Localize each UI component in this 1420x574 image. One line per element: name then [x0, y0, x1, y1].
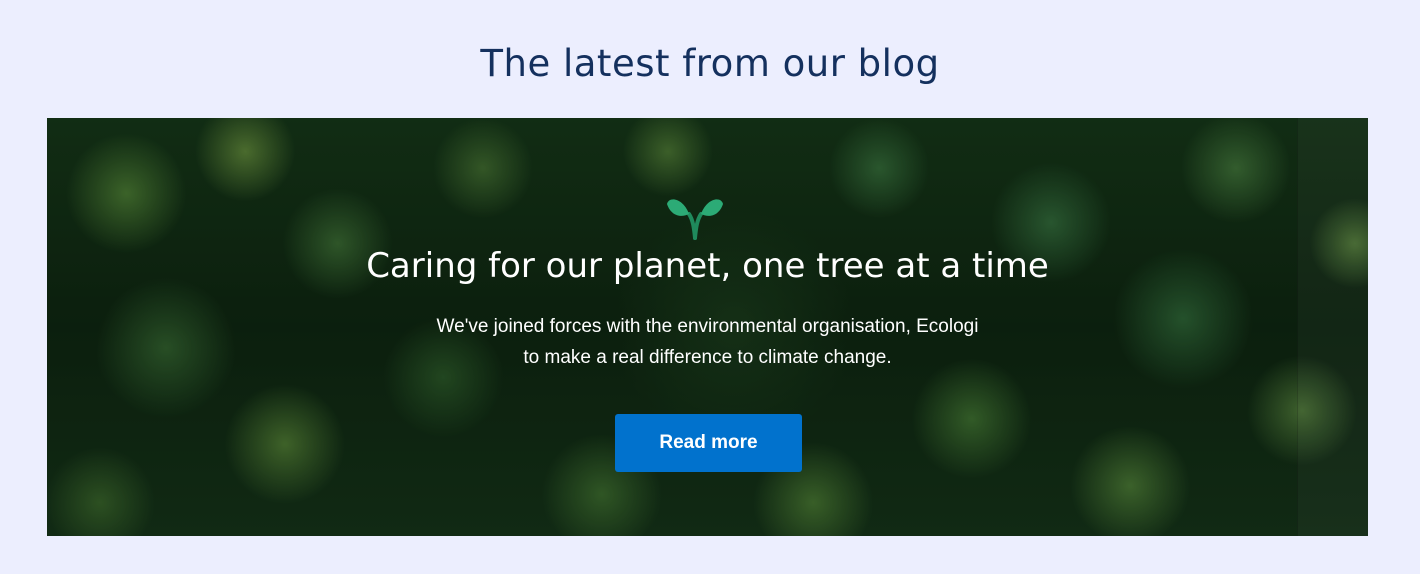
hero-description-line-1: We've joined forces with the environment… [436, 316, 979, 337]
section-title: The latest from our blog [480, 42, 940, 85]
sprout-icon [667, 199, 723, 240]
read-more-button[interactable]: Read more [615, 414, 802, 472]
blog-hero-card: Caring for our planet, one tree at a tim… [47, 118, 1368, 536]
hero-description-line-2: to make a real difference to climate cha… [523, 347, 892, 368]
hero-description: We've joined forces with the environment… [377, 311, 1038, 373]
blog-section: The latest from our blog Caring for our … [0, 0, 1420, 574]
image-edge-strip [1297, 118, 1368, 536]
hero-heading: Caring for our planet, one tree at a tim… [366, 246, 1049, 286]
